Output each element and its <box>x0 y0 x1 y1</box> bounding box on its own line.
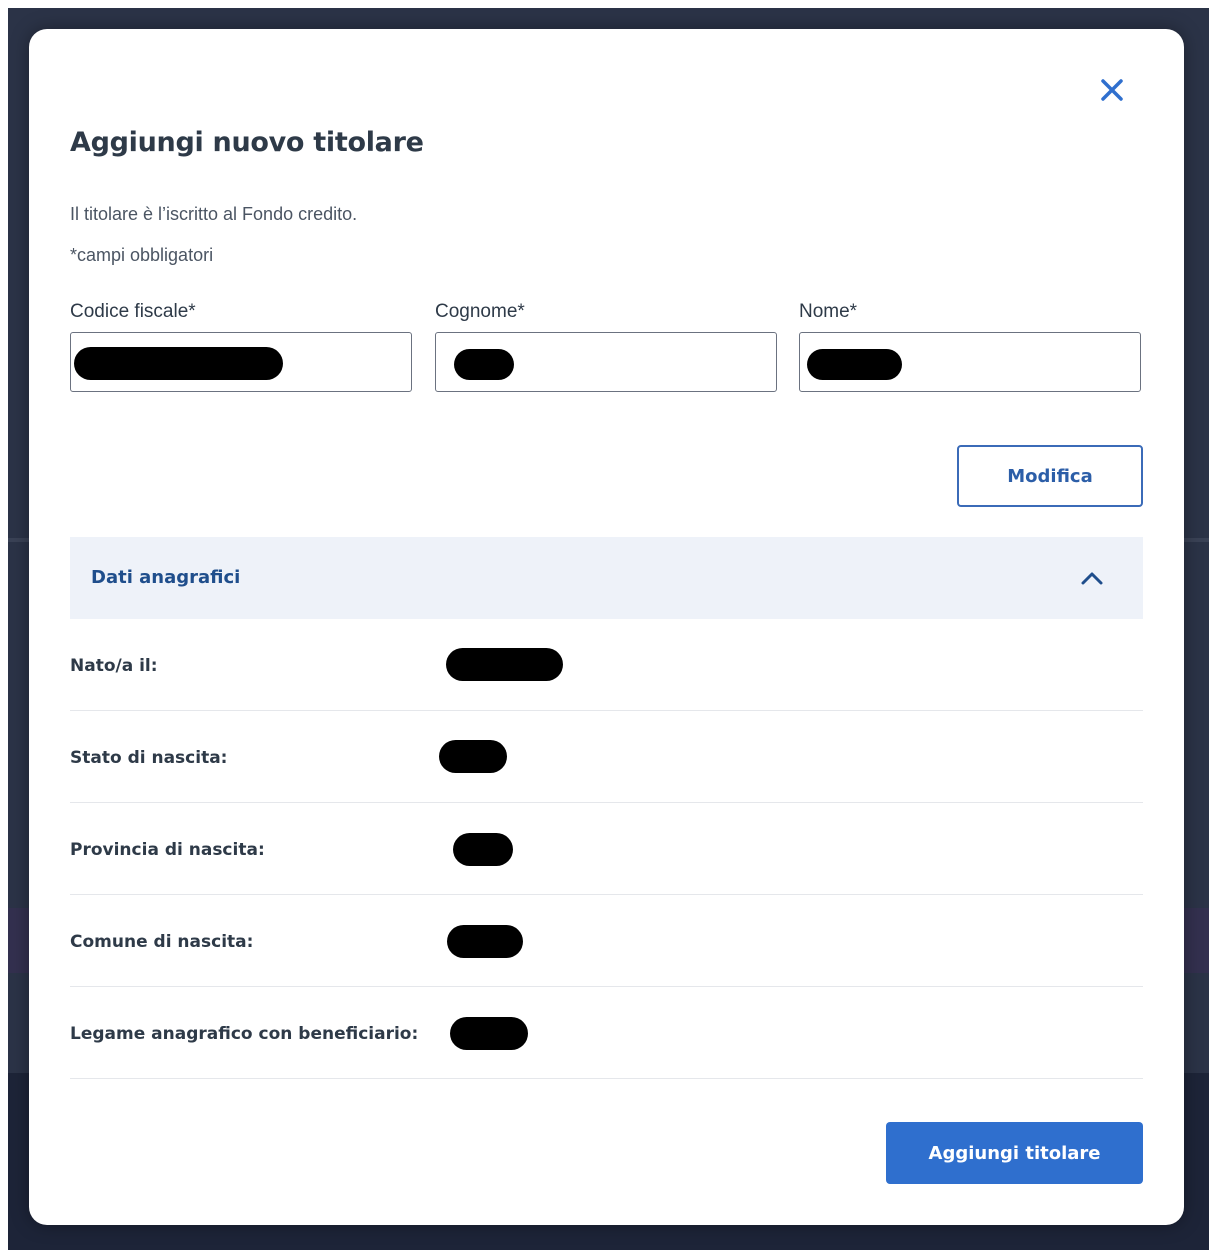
add-holder-button[interactable]: Aggiungi titolare <box>886 1122 1143 1184</box>
row-label: Provincia di nascita: <box>70 840 265 860</box>
detail-row-birth-country: Stato di nascita: <box>70 711 1143 803</box>
redacted-value <box>454 349 514 380</box>
name-field[interactable] <box>799 332 1141 392</box>
close-icon <box>1101 79 1123 101</box>
personal-data-accordion[interactable]: Dati anagrafici <box>70 537 1143 619</box>
tax-code-label: Codice fiscale* <box>70 301 196 322</box>
edit-button[interactable]: Modifica <box>957 445 1143 507</box>
redacted-value <box>439 740 507 773</box>
dialog-title: Aggiungi nuovo titolare <box>70 127 424 158</box>
tax-code-field[interactable] <box>70 332 412 392</box>
close-button[interactable] <box>1097 75 1127 105</box>
accordion-title: Dati anagrafici <box>91 567 241 588</box>
redacted-value <box>453 833 513 866</box>
surname-label: Cognome* <box>435 301 525 322</box>
row-label: Comune di nascita: <box>70 932 254 952</box>
row-label: Stato di nascita: <box>70 748 228 768</box>
name-label: Nome* <box>799 301 858 322</box>
detail-row-birth-municipality: Comune di nascita: <box>70 895 1143 987</box>
detail-row-birth-province: Provincia di nascita: <box>70 803 1143 895</box>
redacted-value <box>74 347 283 380</box>
add-holder-dialog: Aggiungi nuovo titolare Il titolare è l’… <box>29 29 1184 1225</box>
redacted-value <box>446 648 563 681</box>
row-label: Legame anagrafico con beneficiario: <box>70 1024 419 1044</box>
detail-row-birth-date: Nato/a il: <box>70 619 1143 711</box>
chevron-up-icon <box>1081 572 1103 585</box>
row-label: Nato/a il: <box>70 656 158 676</box>
redacted-value <box>450 1017 528 1050</box>
surname-field[interactable] <box>435 332 777 392</box>
redacted-value <box>447 925 523 958</box>
dialog-description: Il titolare è l’iscritto al Fondo credit… <box>70 204 358 224</box>
detail-row-relationship: Legame anagrafico con beneficiario: <box>70 987 1143 1079</box>
required-fields-note: *campi obbligatori <box>70 245 214 265</box>
redacted-value <box>807 349 902 380</box>
